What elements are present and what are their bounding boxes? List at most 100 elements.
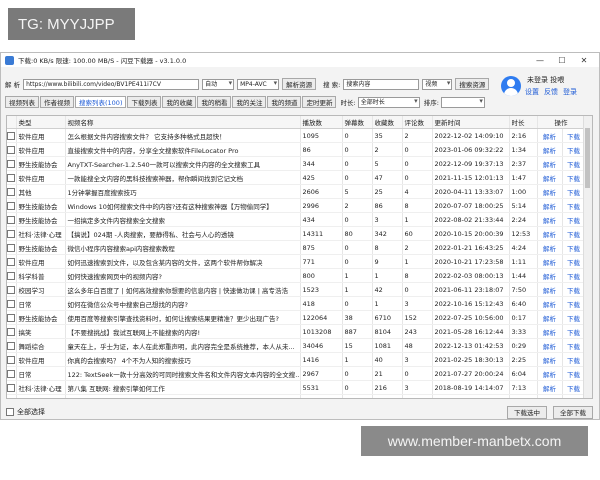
checkbox-icon[interactable] bbox=[7, 257, 15, 266]
parse-link[interactable]: 解析 bbox=[537, 282, 563, 297]
checkbox-icon[interactable] bbox=[7, 355, 15, 364]
row-checkbox[interactable] bbox=[7, 324, 17, 339]
url-input[interactable]: https://www.bilibili.com/video/BV1PE411i… bbox=[23, 78, 200, 90]
row-checkbox[interactable] bbox=[7, 380, 17, 395]
checkbox-icon[interactable] bbox=[7, 201, 15, 210]
column-header[interactable]: 评论数 bbox=[402, 116, 433, 129]
row-checkbox[interactable] bbox=[7, 352, 17, 367]
checkbox-icon[interactable] bbox=[7, 131, 15, 140]
table-row[interactable]: 软件应用 你真的会搜索吗？ 4个不为人知的搜索技巧 1416 1 40 3 2021-02-… bbox=[7, 352, 592, 367]
checkbox-icon[interactable] bbox=[7, 383, 15, 392]
download-link[interactable]: 下载 bbox=[562, 394, 586, 398]
row-checkbox[interactable] bbox=[7, 310, 17, 325]
select-all-checkbox[interactable]: 全部选择 bbox=[6, 407, 45, 417]
table-row[interactable]: 野生技能协会 使用百度等搜索引擎查找资料时，如何让搜索结果更精准？更少出现广告? 1… bbox=[7, 310, 592, 325]
table-row[interactable]: 野生技能协会 AnyTXT-Searcher-1.2.540一款可以搜索文件内容的… bbox=[7, 156, 592, 171]
table-row[interactable]: 软件应用如何批量搜索文件里的内容220403832021-06-04 19:11… bbox=[7, 394, 592, 398]
duration-select[interactable]: 全部时长 bbox=[357, 96, 420, 108]
table-row[interactable]: 社科·法律·心理 第八集 互联网: 搜索引擎如何工作 5531 0 216 3 2018-0… bbox=[7, 380, 592, 395]
download-link[interactable]: 下载 bbox=[562, 338, 586, 353]
download-link[interactable]: 下载 bbox=[562, 324, 586, 339]
feedback-link[interactable]: 反馈 bbox=[544, 87, 558, 97]
table-row[interactable]: 科学科普 如何快速搜索网页中的视频内容? 800 1 1 8 2022-02-03 08:0… bbox=[7, 268, 592, 283]
table-row[interactable]: 日常 122: TextSeek一款十分高效的可同时搜索文件名和文件内容文本内容的… bbox=[7, 366, 592, 381]
tab-scheduled-update[interactable]: 定时更新 bbox=[302, 96, 337, 108]
search-input[interactable]: 搜索内容 bbox=[343, 78, 420, 90]
row-checkbox[interactable] bbox=[7, 156, 17, 171]
parse-link[interactable]: 解析 bbox=[537, 268, 563, 283]
table-row[interactable]: 社科·法律·心理 【搞说】024期 -人肉搜索，要静得私、社会与人心的透镜 1431… bbox=[7, 226, 592, 241]
parse-link[interactable]: 解析 bbox=[537, 394, 563, 398]
download-link[interactable]: 下载 bbox=[562, 254, 586, 269]
download-selected-button[interactable]: 下载选中 bbox=[507, 405, 547, 419]
row-checkbox[interactable] bbox=[7, 198, 17, 213]
download-link[interactable]: 下载 bbox=[562, 268, 586, 283]
checkbox-icon[interactable] bbox=[7, 159, 15, 168]
table-row[interactable]: 野生技能协会 微信小程序内容搜索api内容搜索教程 875 0 8 2 2022-01-21… bbox=[7, 240, 592, 255]
format-select[interactable]: MP4-AVC bbox=[237, 78, 280, 90]
download-link[interactable]: 下载 bbox=[562, 240, 586, 255]
parse-link[interactable]: 解析 bbox=[537, 296, 563, 311]
tab-following[interactable]: 我的关注 bbox=[232, 96, 267, 108]
checkbox-icon[interactable] bbox=[7, 285, 15, 294]
scrollbar-thumb[interactable] bbox=[585, 128, 590, 188]
checkbox-icon[interactable] bbox=[6, 408, 14, 416]
download-link[interactable]: 下载 bbox=[562, 142, 586, 157]
table-row[interactable]: 野生技能协会 一招搞定多文件内容搜索全文搜索 434 0 3 1 2022-08-02 21… bbox=[7, 212, 592, 227]
tab-video-list[interactable]: 视频列表 bbox=[5, 96, 39, 108]
table-row[interactable]: 软件应用 怎么根据文件内容搜索文件？ 它支持多种格式且超快！ 1095 0 35 2 202… bbox=[7, 128, 592, 143]
tab-watch-later[interactable]: 我的稍看 bbox=[197, 96, 232, 108]
column-header[interactable]: 播放数 bbox=[300, 116, 343, 129]
login-link[interactable]: 登录 bbox=[563, 87, 577, 97]
download-link[interactable]: 下载 bbox=[562, 226, 586, 241]
row-checkbox[interactable] bbox=[7, 170, 17, 185]
parse-button[interactable]: 解析资源 bbox=[282, 78, 317, 90]
parse-link[interactable]: 解析 bbox=[537, 226, 563, 241]
download-link[interactable]: 下载 bbox=[562, 352, 586, 367]
table-row[interactable]: 搞笑 【不要搜挑战】我试互联网上不能搜索的内容! 1013208 887 8104 243… bbox=[7, 324, 592, 339]
row-checkbox[interactable] bbox=[7, 212, 17, 227]
vertical-scrollbar[interactable] bbox=[583, 116, 592, 398]
row-checkbox[interactable] bbox=[7, 142, 17, 157]
parse-link[interactable]: 解析 bbox=[537, 156, 563, 171]
column-header[interactable]: 类型 bbox=[16, 116, 66, 129]
row-checkbox[interactable] bbox=[7, 254, 17, 269]
parse-link[interactable]: 解析 bbox=[537, 212, 563, 227]
row-checkbox[interactable] bbox=[7, 296, 17, 311]
row-checkbox[interactable] bbox=[7, 128, 17, 143]
minimize-icon[interactable]: — bbox=[529, 56, 551, 65]
mode-select[interactable]: 自动 bbox=[202, 78, 235, 90]
checkbox-icon[interactable] bbox=[7, 341, 15, 350]
parse-link[interactable]: 解析 bbox=[537, 198, 563, 213]
column-header[interactable]: 视频名称 bbox=[65, 116, 301, 129]
checkbox-icon[interactable] bbox=[7, 173, 15, 182]
download-link[interactable]: 下载 bbox=[562, 310, 586, 325]
column-header[interactable]: 收藏数 bbox=[372, 116, 403, 129]
parse-link[interactable]: 解析 bbox=[537, 128, 563, 143]
column-header[interactable]: 更新时间 bbox=[432, 116, 510, 129]
checkbox-icon[interactable] bbox=[7, 243, 15, 252]
parse-link[interactable]: 解析 bbox=[537, 380, 563, 395]
download-link[interactable]: 下载 bbox=[562, 198, 586, 213]
search-type-select[interactable]: 视频 bbox=[422, 78, 453, 90]
download-link[interactable]: 下载 bbox=[562, 380, 586, 395]
table-row[interactable]: 日常 如何在微信公众号中搜索自己想找的内容? 418 0 1 3 2022-10-16 15… bbox=[7, 296, 592, 311]
download-link[interactable]: 下载 bbox=[562, 366, 586, 381]
parse-link[interactable]: 解析 bbox=[537, 352, 563, 367]
table-row[interactable]: 其他 1分钟掌握百度搜索技巧 2606 5 25 4 2020-04-11 13:33:07… bbox=[7, 184, 592, 199]
table-row[interactable]: 校园学习 这么多年白百度了 | 如何高效搜索你想要的信息内容 | 快速做功课 | … bbox=[7, 282, 592, 297]
row-checkbox[interactable] bbox=[7, 184, 17, 199]
download-link[interactable]: 下载 bbox=[562, 156, 586, 171]
checkbox-icon[interactable] bbox=[7, 327, 15, 336]
sort-select[interactable] bbox=[440, 96, 485, 108]
tab-author-videos[interactable]: 作者视频 bbox=[40, 96, 74, 108]
parse-link[interactable]: 解析 bbox=[537, 366, 563, 381]
table-row[interactable]: 软件应用 直接搜索文件中的内容，分享全文搜索软件FileLocator Pro 86… bbox=[7, 142, 592, 157]
checkbox-icon[interactable] bbox=[7, 145, 15, 154]
close-icon[interactable]: ✕ bbox=[573, 56, 595, 65]
download-link[interactable]: 下载 bbox=[562, 128, 586, 143]
settings-link[interactable]: 设置 bbox=[525, 87, 539, 97]
parse-link[interactable]: 解析 bbox=[537, 184, 563, 199]
checkbox-icon[interactable] bbox=[7, 229, 15, 238]
row-checkbox[interactable] bbox=[7, 240, 17, 255]
